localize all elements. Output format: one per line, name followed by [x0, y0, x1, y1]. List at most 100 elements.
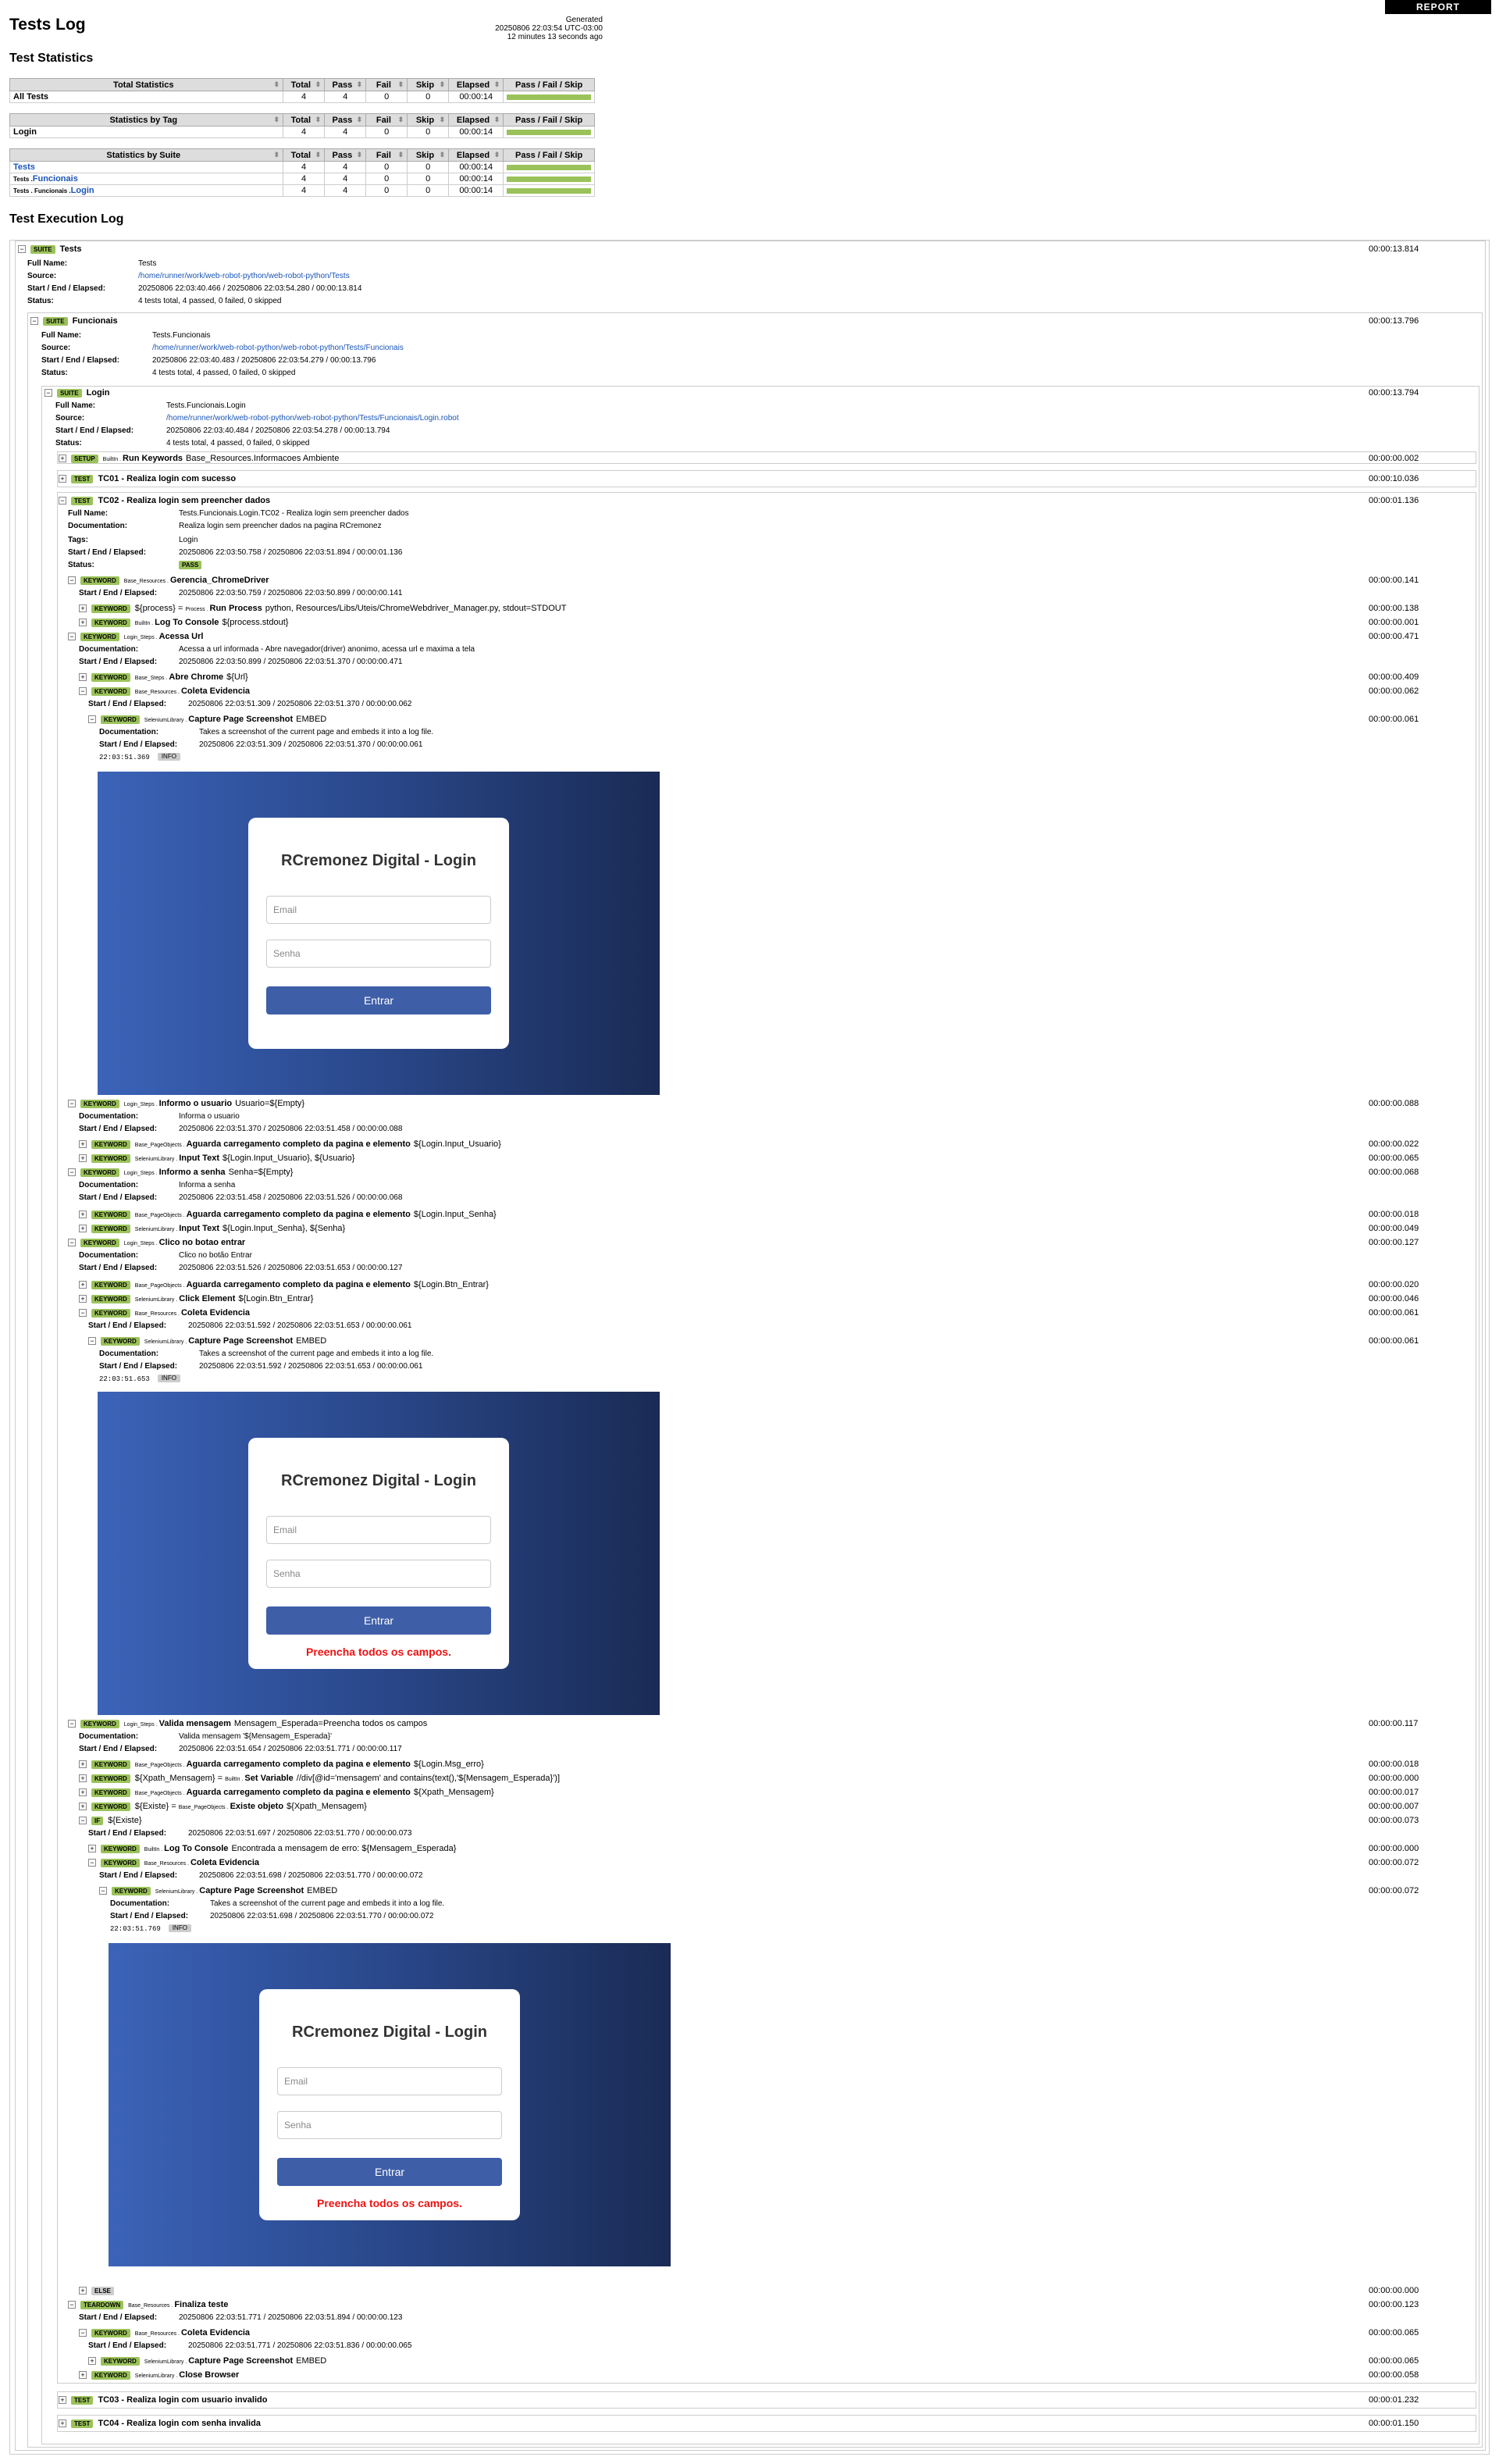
collapse-icon[interactable]: − [59, 497, 66, 505]
expand-icon[interactable]: + [79, 1154, 87, 1163]
expand-icon[interactable]: + [79, 673, 87, 682]
stats-column-header[interactable]: Elapsed ⬍ [448, 148, 504, 162]
collapse-icon[interactable]: − [99, 1887, 107, 1895]
log-item-header[interactable]: + TEST TC03 - Realiza login com usuario in… [59, 2394, 267, 2405]
stats-column-header[interactable]: Pass ⬍ [324, 78, 367, 91]
log-item-header[interactable]: + KEYWORD ${process} = Process . Run Proces… [79, 603, 566, 614]
stats-column-header[interactable]: Fail ⬍ [365, 113, 408, 127]
log-item-header[interactable]: + KEYWORD ${Xpath_Mensagem} = BuiltIn . Set… [79, 1773, 560, 1784]
expand-icon[interactable]: + [79, 1788, 87, 1797]
log-item-header[interactable]: − KEYWORD Base_Resources . Coleta Evidencia [79, 686, 253, 697]
expand-icon[interactable]: + [79, 619, 87, 627]
log-item-header[interactable]: + KEYWORD ${Existe} = Base_PageObjects . Ex… [79, 1801, 367, 1812]
stats-column-header[interactable]: Pass / Fail / Skip [503, 113, 595, 127]
stats-title[interactable]: Total Statistics ⬍ [9, 78, 284, 91]
expand-icon[interactable]: + [59, 2396, 66, 2405]
log-item-header[interactable]: − IF ${Existe} [79, 1815, 142, 1826]
collapse-icon[interactable]: − [68, 576, 76, 585]
collapse-icon[interactable]: − [30, 317, 38, 326]
log-item-header[interactable]: − KEYWORD Login_Steps . Valida mensagem Mens… [68, 1718, 427, 1729]
log-item-header[interactable]: + KEYWORD Base_PageObjects . Aguarda carreg… [79, 1139, 501, 1150]
sort-icon[interactable]: ⬍ [440, 151, 446, 159]
log-item-header[interactable]: + KEYWORD Base_Steps . Abre Chrome ${Url} [79, 672, 248, 683]
log-item-header[interactable]: − TEARDOWN Base_Resources . Finaliza teste [68, 2299, 231, 2310]
source-link[interactable]: /home/runner/work/web-robot-python/web-r… [138, 272, 350, 280]
expand-icon[interactable]: + [79, 1281, 87, 1289]
stats-column-header[interactable]: Pass / Fail / Skip [503, 78, 595, 91]
collapse-icon[interactable]: − [88, 1859, 96, 1867]
log-item-header[interactable]: + KEYWORD BuiltIn . Log To Console ${process… [79, 617, 288, 628]
sort-icon[interactable]: ⬍ [274, 80, 280, 89]
sort-icon[interactable]: ⬍ [440, 116, 446, 124]
stats-column-header[interactable]: Pass ⬍ [324, 148, 367, 162]
suite-link[interactable]: Funcionais [33, 174, 78, 184]
log-item-header[interactable]: − KEYWORD Login_Steps . Acessa Url [68, 631, 206, 642]
stats-column-header[interactable]: Fail ⬍ [365, 78, 408, 91]
log-item-header[interactable]: + SETUP BuiltIn . Run Keywords Base_Resource… [59, 453, 339, 464]
sort-icon[interactable]: ⬍ [357, 116, 363, 124]
collapse-icon[interactable]: − [79, 1309, 87, 1318]
stats-column-header[interactable]: Pass ⬍ [324, 113, 367, 127]
embedded-screenshot[interactable]: RCremonez Digital - Login Email Senha Entra… [98, 1392, 660, 1715]
collapse-icon[interactable]: − [68, 633, 76, 641]
sort-icon[interactable]: ⬍ [494, 116, 500, 124]
suite-link[interactable]: Login [71, 186, 94, 195]
expand-icon[interactable]: + [79, 1760, 87, 1769]
log-item-header[interactable]: − SUITE Tests [18, 244, 81, 255]
stats-column-header[interactable]: Total ⬍ [283, 113, 326, 127]
sort-icon[interactable]: ⬍ [315, 80, 322, 89]
stats-column-header[interactable]: Total ⬍ [283, 148, 326, 162]
source-link[interactable]: /home/runner/work/web-robot-python/web-r… [166, 414, 459, 423]
sort-icon[interactable]: ⬍ [357, 80, 363, 89]
log-item-header[interactable]: − KEYWORD Login_Steps . Clico no botao entr… [68, 1237, 248, 1248]
sort-icon[interactable]: ⬍ [315, 116, 322, 124]
log-item-header[interactable]: + KEYWORD SeleniumLibrary . Click Element ${… [79, 1293, 313, 1304]
log-item-header[interactable]: − KEYWORD Base_Resources . Gerencia_ChromeD… [68, 575, 272, 586]
collapse-icon[interactable]: − [45, 389, 52, 398]
log-item-header[interactable]: + KEYWORD Base_PageObjects . Aguarda carreg… [79, 1209, 497, 1220]
stats-column-header[interactable]: Total ⬍ [283, 78, 326, 91]
sort-icon[interactable]: ⬍ [398, 151, 404, 159]
log-item-header[interactable]: − TEST TC02 - Realiza login sem preencher … [59, 495, 270, 506]
expand-icon[interactable]: + [79, 2371, 87, 2380]
source-link[interactable]: /home/runner/work/web-robot-python/web-r… [152, 344, 404, 352]
expand-icon[interactable]: + [79, 1225, 87, 1233]
log-item-header[interactable]: − KEYWORD Login_Steps . Informo a senha Senh… [68, 1167, 293, 1178]
expand-icon[interactable]: + [79, 1140, 87, 1149]
collapse-icon[interactable]: − [88, 1337, 96, 1346]
log-item-header[interactable]: + TEST TC01 - Realiza login com sucesso [59, 473, 236, 484]
collapse-icon[interactable]: − [68, 1168, 76, 1177]
log-item-header[interactable]: + KEYWORD Base_PageObjects . Aguarda carreg… [79, 1787, 494, 1798]
collapse-icon[interactable]: − [18, 245, 26, 254]
embedded-screenshot[interactable]: RCremonez Digital - Login Email Senha Entra… [109, 1943, 671, 2266]
collapse-icon[interactable]: − [79, 687, 87, 696]
log-item-header[interactable]: − KEYWORD Login_Steps . Informo o usuario Us… [68, 1098, 304, 1109]
stats-title[interactable]: Statistics by Tag ⬍ [9, 113, 284, 127]
stats-title[interactable]: Statistics by Suite ⬍ [9, 148, 284, 162]
sort-icon[interactable]: ⬍ [274, 151, 280, 159]
sort-icon[interactable]: ⬍ [357, 151, 363, 159]
sort-icon[interactable]: ⬍ [315, 151, 322, 159]
collapse-icon[interactable]: − [68, 1720, 76, 1728]
expand-icon[interactable]: + [88, 2357, 96, 2366]
collapse-icon[interactable]: − [88, 715, 96, 724]
expand-icon[interactable]: + [79, 1211, 87, 1219]
log-item-header[interactable]: − SUITE Login [45, 387, 110, 398]
log-item-header[interactable]: + TEST TC04 - Realiza login com senha inva… [59, 2418, 261, 2429]
collapse-icon[interactable]: − [68, 2301, 76, 2309]
collapse-icon[interactable]: − [68, 1239, 76, 1247]
log-item-header[interactable]: + KEYWORD SeleniumLibrary . Capture Page Sc… [88, 2355, 326, 2366]
log-item-header[interactable]: + KEYWORD Base_PageObjects . Aguarda carreg… [79, 1759, 484, 1770]
report-button[interactable]: REPORT [1385, 0, 1491, 14]
stats-column-header[interactable]: Skip ⬍ [407, 148, 450, 162]
expand-icon[interactable]: + [88, 1845, 96, 1853]
suite-link[interactable]: Tests [13, 162, 35, 172]
expand-icon[interactable]: + [59, 455, 66, 463]
log-item-header[interactable]: − KEYWORD Base_Resources . Coleta Evidencia [79, 2327, 253, 2338]
stats-column-header[interactable]: Elapsed ⬍ [448, 78, 504, 91]
log-item-header[interactable]: − KEYWORD Base_Resources . Coleta Evidencia [88, 1857, 262, 1868]
sort-icon[interactable]: ⬍ [440, 80, 446, 89]
expand-icon[interactable]: + [59, 475, 66, 483]
log-item-header[interactable]: + KEYWORD SeleniumLibrary . Close Browser [79, 2370, 242, 2380]
log-item-header[interactable]: − KEYWORD Base_Resources . Coleta Evidencia [79, 1307, 253, 1318]
